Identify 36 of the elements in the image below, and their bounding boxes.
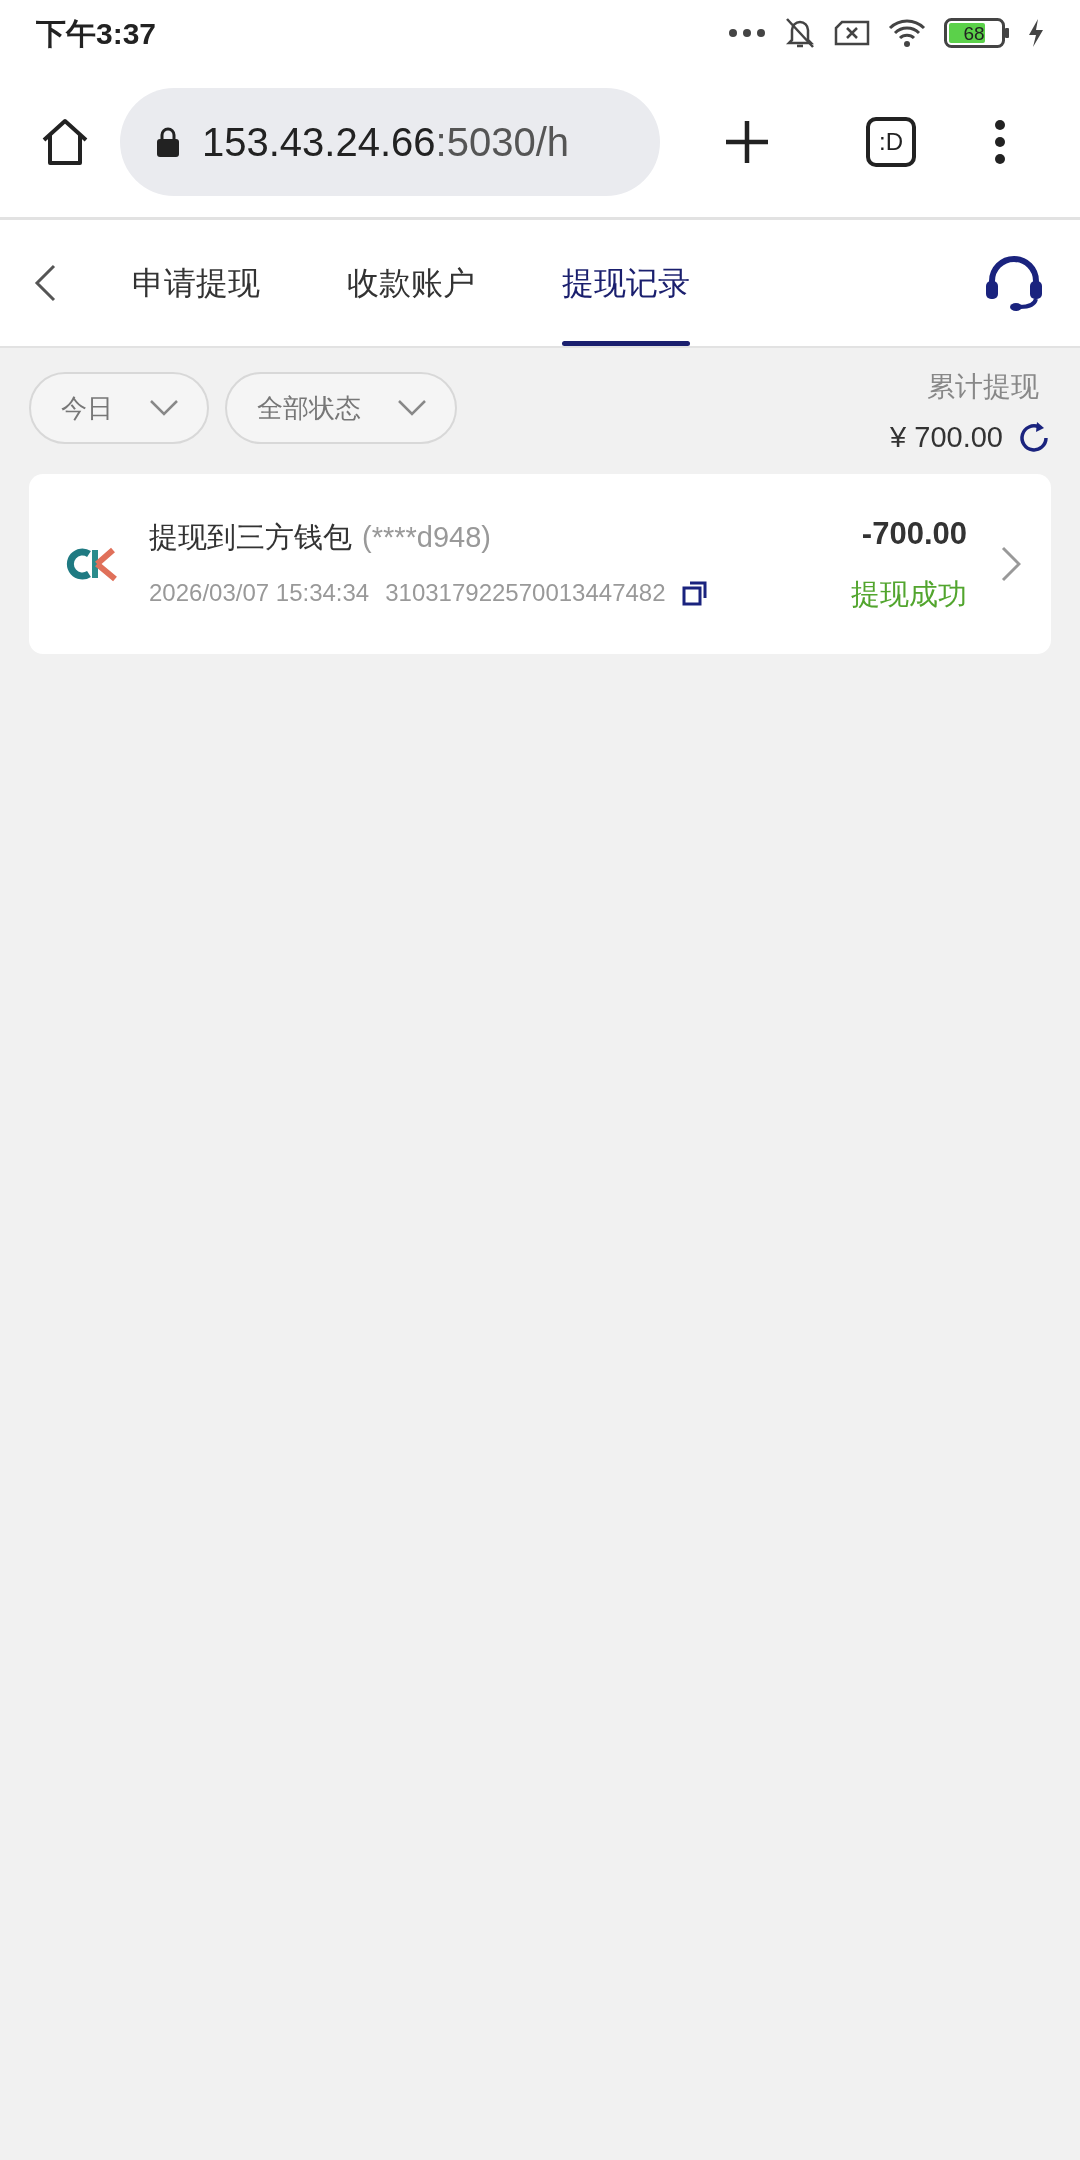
lock-icon bbox=[156, 125, 180, 158]
filter-dropdown[interactable]: 今日 bbox=[29, 372, 209, 444]
filter-dropdown[interactable]: 全部状态 bbox=[225, 372, 457, 444]
record-status: 提现成功 bbox=[851, 577, 967, 612]
account-number: (****d948) bbox=[362, 519, 491, 555]
chevron-down-icon bbox=[397, 399, 427, 417]
more-dots-icon bbox=[728, 28, 766, 38]
bell-muted-icon bbox=[784, 16, 816, 50]
chevron-right-icon bbox=[1001, 545, 1021, 582]
battery-icon bbox=[944, 18, 1010, 48]
record-time: 2026/03/07 15:34:34 bbox=[149, 578, 370, 609]
plus-icon[interactable] bbox=[724, 118, 770, 165]
record-amount: -700.00 bbox=[861, 514, 967, 553]
back-icon[interactable] bbox=[34, 264, 56, 302]
status-time: 下午3:37 bbox=[36, 15, 157, 52]
total-label: 累计提现 bbox=[927, 370, 1039, 404]
tab[interactable]: 申请提现 bbox=[132, 220, 260, 346]
chevron-down-icon bbox=[149, 399, 179, 417]
total-amount: ¥ 700.00 bbox=[890, 420, 1003, 455]
record-card[interactable]: 提现到三方钱包 (****d948) 2026/03/07 15:34:34 310317922570013447482 -700.00 提现成功 bbox=[29, 473, 1051, 654]
battery-level: 68 bbox=[963, 23, 985, 43]
copy-icon[interactable] bbox=[681, 580, 708, 607]
record-title: 提现到三方钱包 bbox=[149, 519, 352, 555]
order-number: 310317922570013447482 bbox=[385, 578, 666, 609]
wallet-logo-icon bbox=[65, 545, 119, 582]
more-menu-icon[interactable] bbox=[994, 118, 1006, 165]
tab[interactable]: 提现记录 bbox=[562, 220, 690, 346]
wifi-icon bbox=[888, 18, 926, 48]
home-icon[interactable] bbox=[40, 117, 90, 166]
tab[interactable]: 收款账户 bbox=[347, 220, 475, 346]
tab-switcher-button[interactable]: :D bbox=[866, 116, 916, 167]
sim-error-icon bbox=[834, 20, 870, 46]
charging-bolt-icon bbox=[1028, 19, 1044, 47]
address-bar[interactable]: 153.43.24.66:5030/h bbox=[120, 87, 660, 196]
url-text: 153.43.24.66:5030/h bbox=[202, 118, 570, 166]
refresh-icon[interactable] bbox=[1017, 420, 1051, 455]
